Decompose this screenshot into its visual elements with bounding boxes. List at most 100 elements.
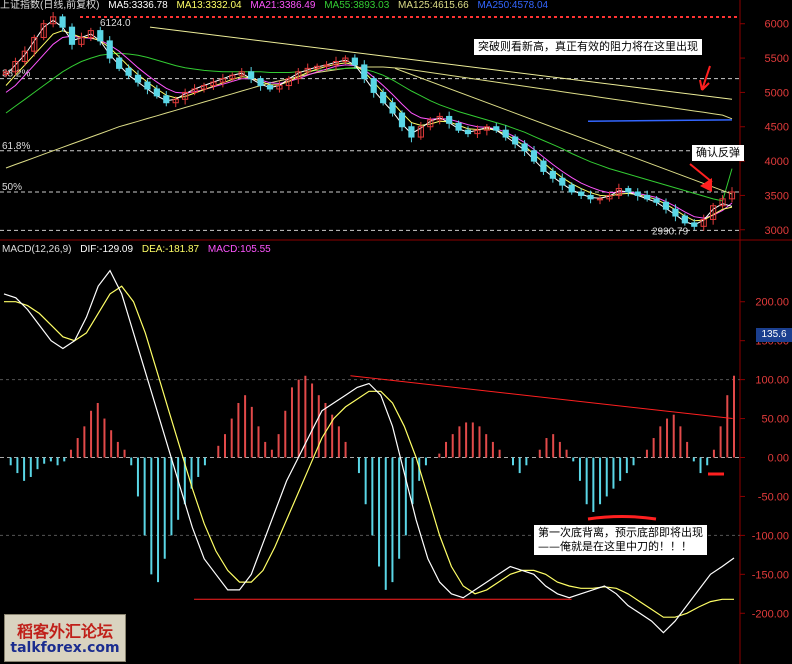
fib-label: 50% bbox=[2, 182, 22, 193]
candle-body bbox=[691, 222, 698, 227]
candle-body bbox=[266, 85, 274, 90]
legend-ma13: MA13:3332.04 bbox=[176, 0, 242, 11]
legend-ma5: MA5:3336.78 bbox=[108, 0, 168, 11]
candle-body bbox=[59, 16, 66, 28]
macd-tick-label: -100.00 bbox=[752, 530, 789, 542]
divergence-note-line2: ——俺就是在这里中刀的！！！ bbox=[538, 540, 692, 553]
divergence-trendline-top bbox=[350, 375, 733, 420]
candle-body bbox=[493, 126, 500, 131]
candle-body bbox=[512, 136, 519, 145]
price-tick-label: 4000 bbox=[765, 156, 789, 168]
candle-body bbox=[351, 57, 358, 66]
price-panel-grid: 38.2%61.8%50% bbox=[0, 0, 792, 664]
macd-legend-dea: DEA:-181.87 bbox=[141, 244, 200, 255]
candle-body bbox=[68, 26, 76, 45]
candle-body bbox=[653, 198, 660, 203]
resistance-note: 突破则看新高，真正有效的阻力将在这里出现 bbox=[474, 39, 702, 55]
candle-body bbox=[578, 191, 585, 196]
candle-body bbox=[568, 184, 575, 193]
price-tick-label: 5000 bbox=[765, 87, 789, 99]
stock-chart: 38.2%61.8%50% 6124.02990.79 300035004000… bbox=[0, 0, 792, 664]
candle-body bbox=[398, 112, 406, 128]
ma55-line bbox=[5, 52, 733, 202]
candle-body bbox=[257, 78, 264, 87]
legend-ma21: MA21:3386.49 bbox=[250, 0, 316, 11]
candle-body bbox=[672, 208, 679, 217]
candle-body bbox=[644, 194, 651, 200]
candle-body bbox=[587, 194, 594, 200]
candle-body bbox=[530, 150, 538, 162]
candle-body bbox=[521, 143, 528, 152]
candle-body bbox=[502, 129, 509, 138]
candle-body bbox=[634, 191, 641, 196]
macd-tick-label: 0.00 bbox=[768, 453, 789, 465]
macd-tick-label: -200.00 bbox=[752, 608, 789, 620]
macd-signal-lines bbox=[3, 269, 735, 634]
candle-body bbox=[464, 129, 472, 135]
candle-body bbox=[549, 170, 556, 179]
candle-body bbox=[144, 81, 151, 90]
trendline-resistance bbox=[149, 26, 733, 100]
macd-legend-name: MACD(12,26,9) bbox=[2, 244, 72, 255]
candle-body bbox=[153, 88, 160, 97]
rebound-note: 确认反弹 bbox=[692, 145, 744, 161]
price-tick-label: 3000 bbox=[765, 225, 789, 237]
price-legend: 上证指数(日线,前复权) MA5:3336.78 MA13:3332.04 MA… bbox=[0, 0, 740, 12]
dif-line bbox=[3, 269, 735, 634]
price-tick-label: 3500 bbox=[765, 190, 789, 202]
divergence-note-line1: 第一次底背离，预示底部即将出现 bbox=[538, 526, 703, 539]
candle-body bbox=[370, 78, 377, 93]
resistance-arrow bbox=[699, 65, 711, 91]
macd-histogram bbox=[9, 375, 735, 590]
watermark-logo: 稻客外汇论坛 talkforex.com bbox=[4, 614, 126, 662]
candle-body bbox=[134, 74, 142, 83]
legend-ma55: MA55:3893.03 bbox=[324, 0, 390, 11]
divergence-note: 第一次底背离，预示底部即将出现 ——俺就是在这里中刀的！！！ bbox=[534, 525, 707, 555]
candle-body bbox=[125, 67, 132, 76]
legend-title: 上证指数(日线,前复权) bbox=[0, 0, 100, 11]
candle-body bbox=[116, 57, 123, 69]
candle-body bbox=[106, 40, 113, 59]
candle-body bbox=[596, 198, 604, 201]
candle-body bbox=[662, 201, 670, 210]
underline-mark bbox=[587, 515, 657, 521]
low-label: 2990.79 bbox=[652, 226, 689, 237]
candle-body bbox=[248, 71, 255, 80]
candle-body bbox=[408, 126, 415, 138]
candle-body bbox=[446, 115, 453, 124]
fib-label: 61.8% bbox=[2, 141, 30, 152]
candle-body bbox=[163, 95, 170, 104]
candle-body bbox=[361, 64, 368, 80]
ma250-line bbox=[587, 119, 733, 123]
macd-axis: -200.00 -150.00 -100.00 -50.00 0.00 50.00 100.… bbox=[740, 297, 789, 620]
macd-legend-macd: MACD:105.55 bbox=[207, 244, 271, 255]
ma125-line bbox=[5, 66, 733, 169]
high-label: 6124.0 bbox=[100, 18, 131, 29]
macd-tick-label: -150.00 bbox=[752, 569, 789, 581]
legend-ma250: MA250:4578.04 bbox=[477, 0, 549, 11]
trendline-down bbox=[394, 67, 733, 195]
price-tick-label: 6000 bbox=[765, 19, 789, 31]
macd-tick-label: -50.00 bbox=[758, 491, 789, 503]
watermark-line2: talkforex.com bbox=[10, 640, 120, 656]
watermark-line1: 稻客外汇论坛 bbox=[16, 622, 113, 641]
candle-body bbox=[540, 160, 547, 172]
price-tick-label: 4500 bbox=[765, 122, 789, 134]
candle-body bbox=[681, 215, 688, 224]
annotation-marks bbox=[194, 65, 733, 600]
candle-body bbox=[380, 91, 387, 104]
price-axis: 3000 3500 4000 4500 5000 5500 6000 bbox=[740, 19, 789, 237]
legend-ma125: MA125:4615.66 bbox=[398, 0, 469, 11]
candle-body bbox=[625, 188, 632, 193]
candle-body bbox=[389, 102, 396, 114]
macd-tick-label: 50.00 bbox=[761, 414, 789, 426]
candle-body bbox=[97, 30, 104, 42]
macd-legend-dif: DIF:-129.09 bbox=[80, 244, 134, 255]
candle-body bbox=[559, 177, 566, 186]
dea-line bbox=[4, 285, 734, 618]
macd-tick-label: 100.00 bbox=[755, 375, 789, 387]
macd-tick-label: 200.00 bbox=[755, 297, 789, 309]
price-tick-label: 5500 bbox=[765, 53, 789, 65]
macd-legend: MACD(12,26,9) DIF:-129.09 DEA:-181.87 MA… bbox=[2, 244, 277, 256]
macd-value-badge: 135.6 bbox=[756, 328, 792, 342]
